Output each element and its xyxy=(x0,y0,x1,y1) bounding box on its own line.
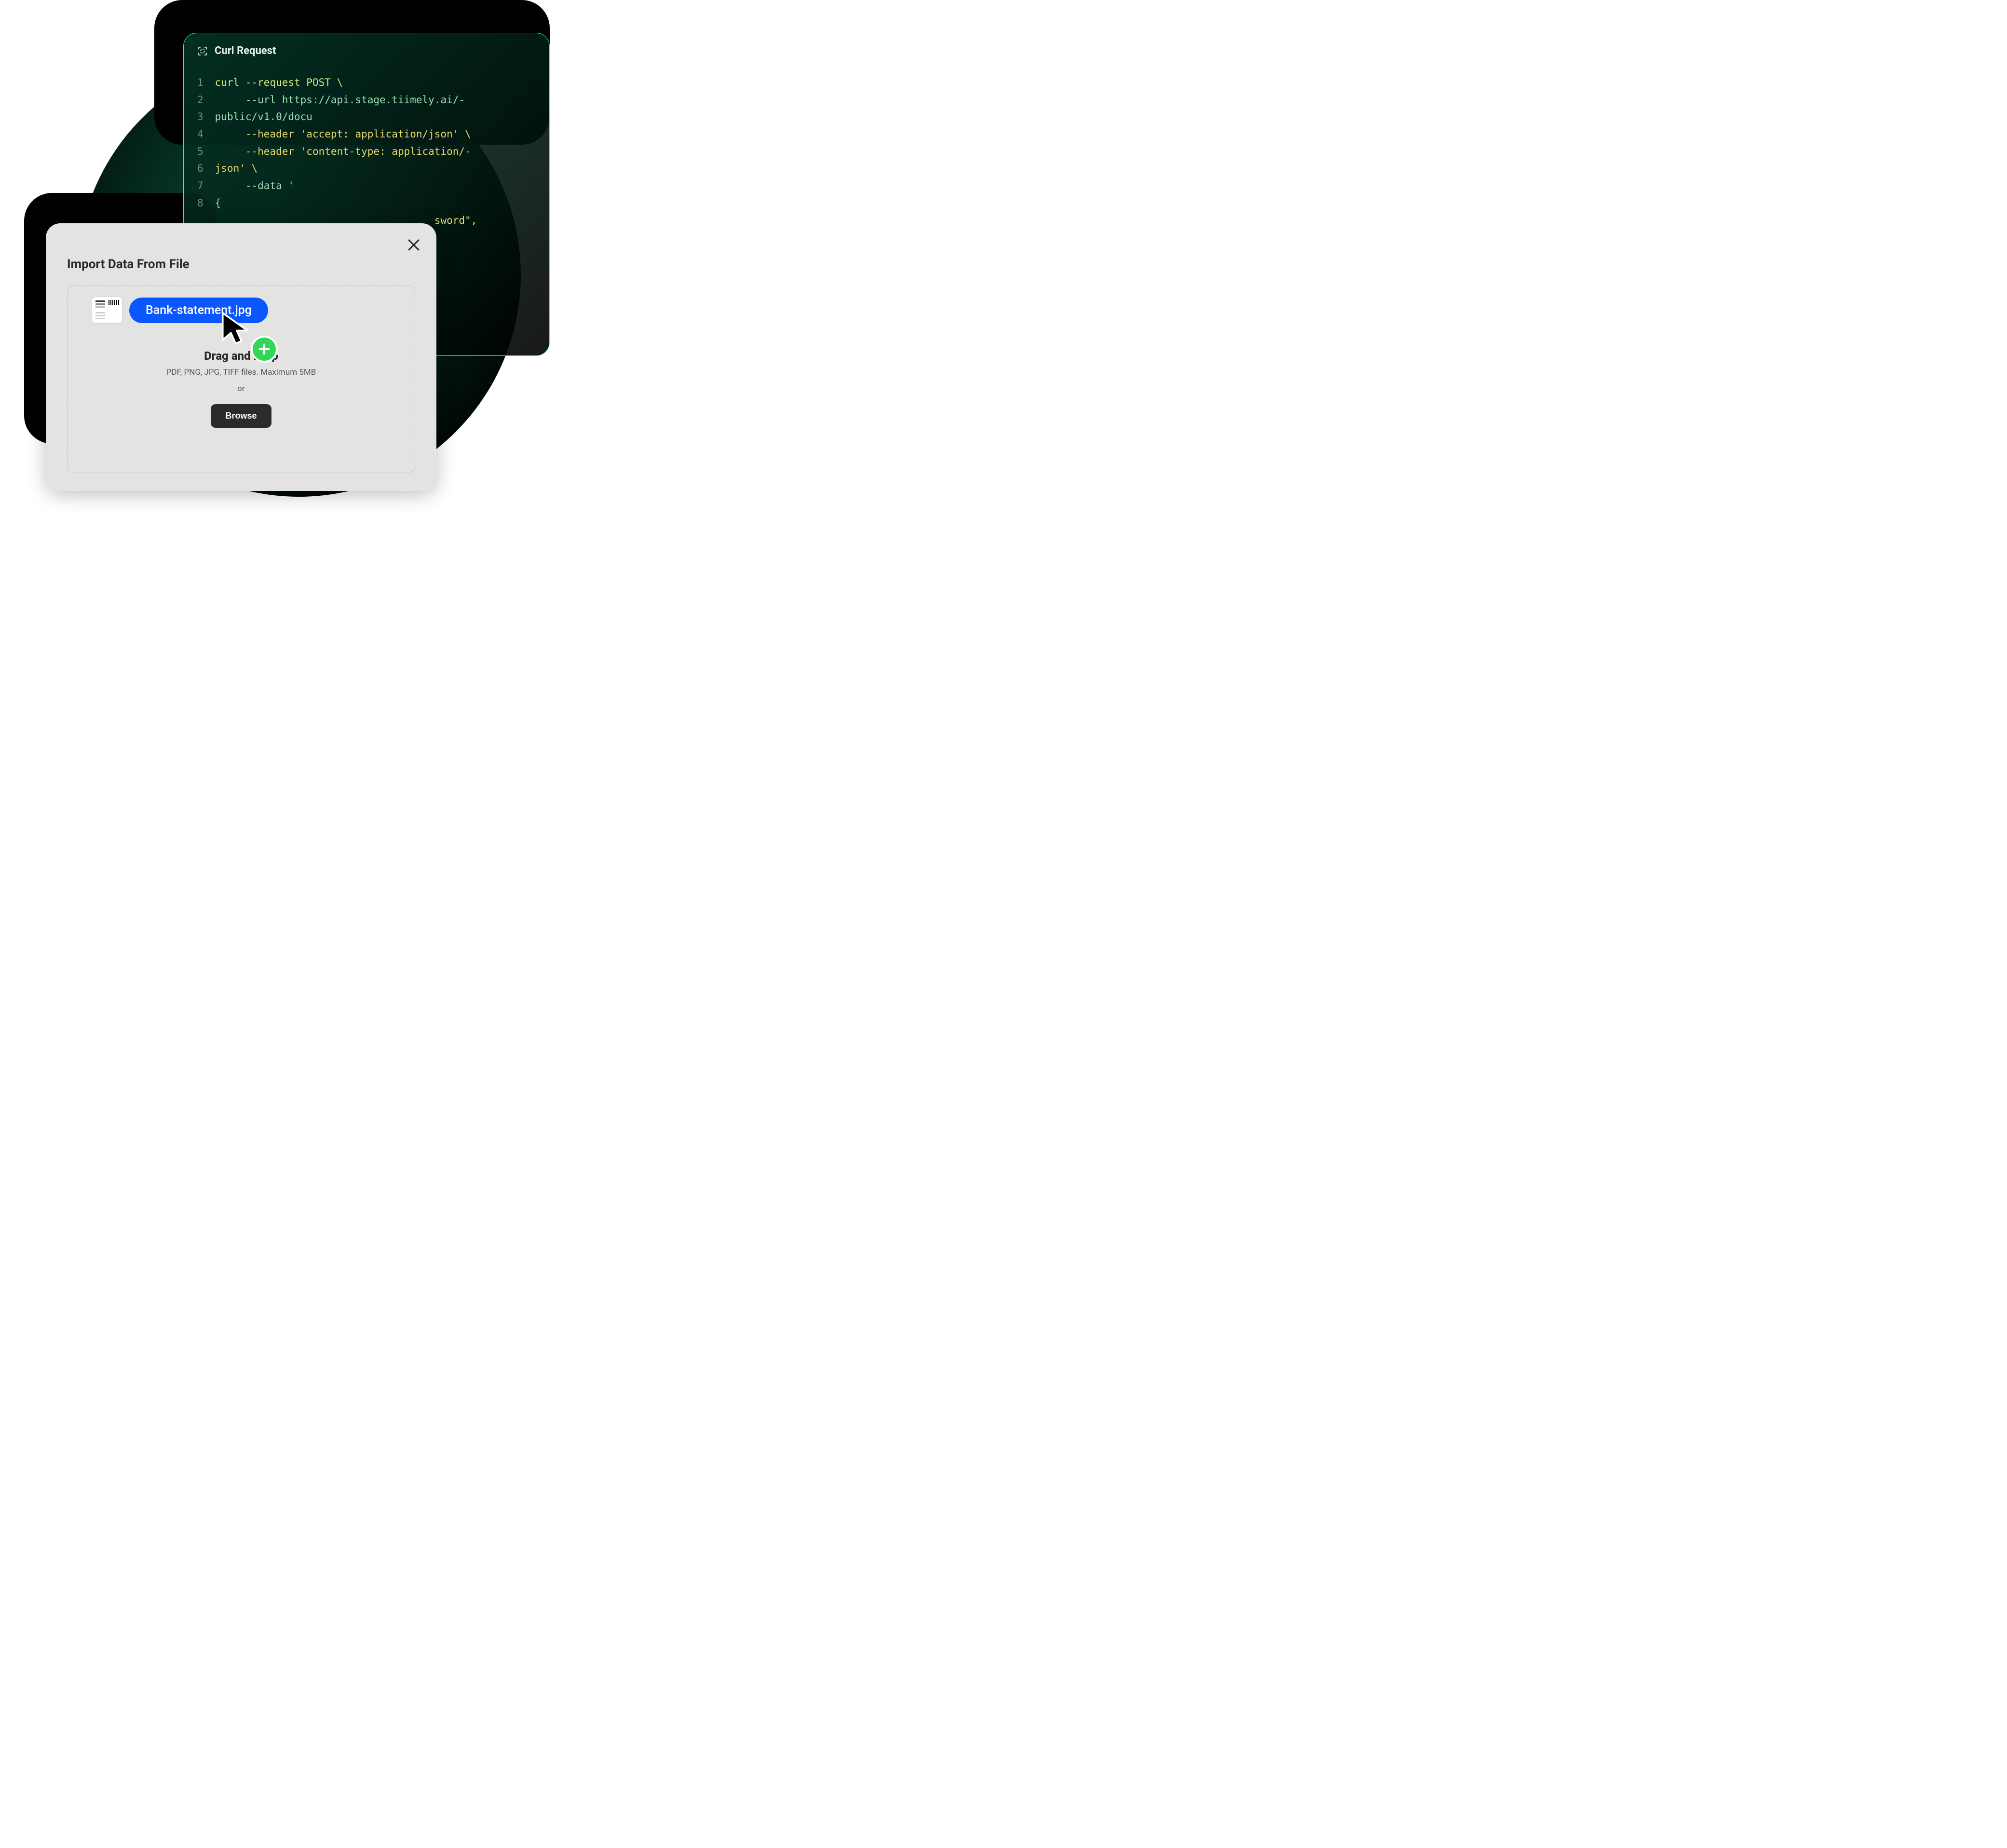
dropzone-or-label: or xyxy=(237,384,244,394)
code-gutter: 1 2 3 4 5 6 7 8 xyxy=(197,74,215,229)
code-line: json' \ xyxy=(215,163,258,174)
modal-title: Import Data From File xyxy=(67,257,415,272)
dropzone-subtext: PDF, PNG, JPG, TIFF files. Maximum 5MB xyxy=(166,367,316,377)
close-button[interactable] xyxy=(406,237,422,253)
code-panel-title: Curl Request xyxy=(215,45,276,57)
file-thumbnail-icon xyxy=(92,297,122,324)
scan-icon xyxy=(197,46,208,56)
import-data-modal: Import Data From File Drag and Drop PDF,… xyxy=(46,223,436,491)
code-line: { xyxy=(215,197,221,209)
code-block: 1 2 3 4 5 6 7 8 curl --request POST \ --… xyxy=(184,62,549,242)
browse-button[interactable]: Browse xyxy=(211,404,271,428)
dragged-file-overlay: Bank-statement.jpg xyxy=(92,297,268,324)
dropzone-heading: Drag and Drop xyxy=(204,349,278,363)
code-line: --data ' xyxy=(215,180,294,191)
file-chip[interactable]: Bank-statement.jpg xyxy=(129,298,268,323)
file-chip-label: Bank-statement.jpg xyxy=(146,303,252,317)
code-line: curl --request POST \ xyxy=(215,77,343,88)
code-line: --url https://api.stage.tiimely.ai/- xyxy=(215,94,465,106)
code-content: curl --request POST \ --url https://api.… xyxy=(215,74,477,229)
code-line: --header 'accept: application/json' \ xyxy=(215,128,471,140)
code-line: --header 'content-type: application/- xyxy=(215,146,471,157)
code-line: public/v1.0/docu xyxy=(215,111,312,122)
